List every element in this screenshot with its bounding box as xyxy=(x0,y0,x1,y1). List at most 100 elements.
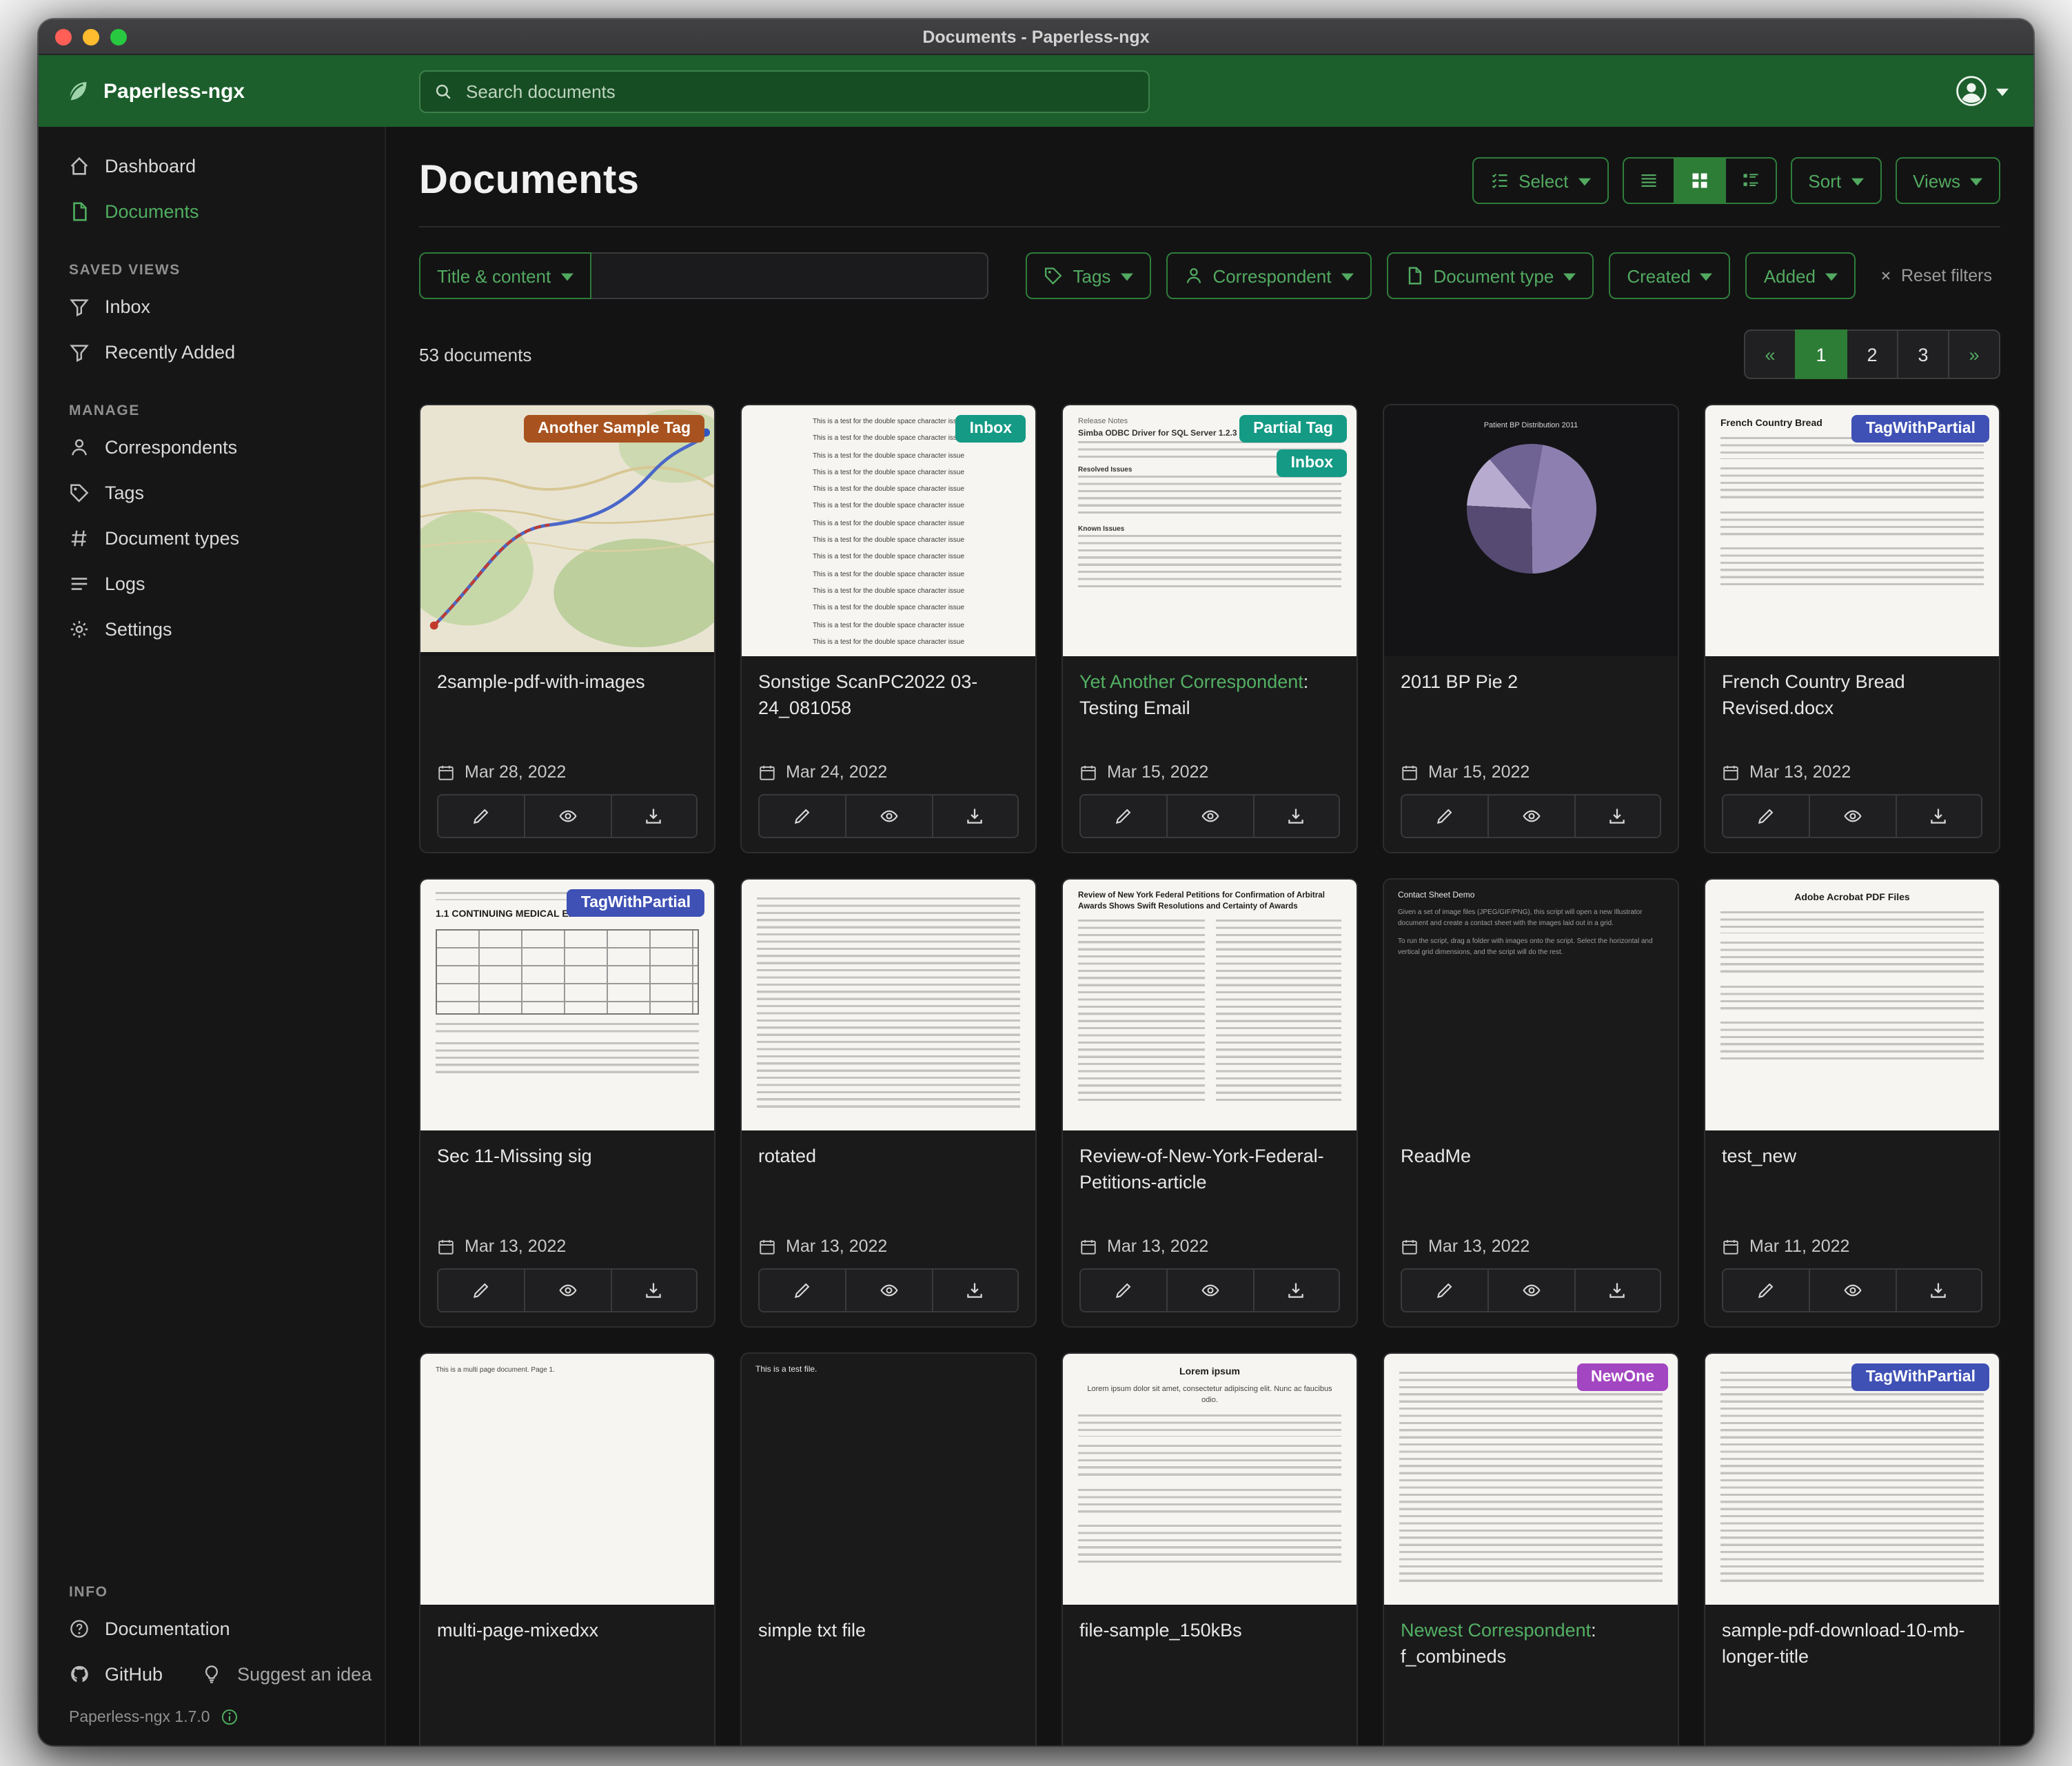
sidebar-item-github[interactable]: GitHub xyxy=(39,1652,171,1697)
document-title-link[interactable]: multi-page-mixedxx xyxy=(437,1620,598,1641)
sidebar-item-correspondents[interactable]: Correspondents xyxy=(39,425,385,470)
edit-document-button[interactable] xyxy=(760,1270,846,1311)
document-thumbnail[interactable]: TagWithPartial xyxy=(1705,1354,1999,1605)
tag-tagwithpartial[interactable]: TagWithPartial xyxy=(1852,415,1989,443)
download-document-button[interactable] xyxy=(1574,795,1660,837)
tag-tagwithpartial[interactable]: TagWithPartial xyxy=(567,889,704,917)
tag-partial-tag[interactable]: Partial Tag xyxy=(1239,415,1347,443)
close-window-button[interactable] xyxy=(55,28,72,45)
download-document-button[interactable] xyxy=(1895,795,1981,837)
title-content-dropdown-button[interactable]: Title & content xyxy=(419,252,591,299)
document-thumbnail[interactable]: This is a multi page document. Page 1. xyxy=(420,1354,714,1605)
document-title-link[interactable]: French Country Bread Revised.docx xyxy=(1722,671,1905,718)
document-title-link[interactable]: ReadMe xyxy=(1401,1146,1471,1166)
sort-dropdown-button[interactable]: Sort xyxy=(1790,157,1881,204)
edit-document-button[interactable] xyxy=(1081,795,1167,837)
sidebar-item-tags[interactable]: Tags xyxy=(39,470,385,516)
preview-document-button[interactable] xyxy=(1167,1270,1253,1311)
document-title-link[interactable]: 2sample-pdf-with-images xyxy=(437,671,645,692)
document-thumbnail[interactable]: This is a test file. xyxy=(742,1354,1035,1605)
sidebar-item-recently-added[interactable]: Recently Added xyxy=(39,329,385,375)
select-dropdown-button[interactable]: Select xyxy=(1472,157,1608,204)
edit-document-button[interactable] xyxy=(438,1270,525,1311)
pagination-prev-button[interactable]: « xyxy=(1744,329,1796,379)
document-title-link[interactable]: Sec 11-Missing sig xyxy=(437,1146,592,1166)
edit-document-button[interactable] xyxy=(438,795,525,837)
preview-document-button[interactable] xyxy=(1809,1270,1896,1311)
pagination-page-1[interactable]: 1 xyxy=(1795,329,1847,379)
document-thumbnail[interactable] xyxy=(742,880,1035,1130)
preview-document-button[interactable] xyxy=(1488,795,1574,837)
download-document-button[interactable] xyxy=(610,795,696,837)
document-title-link[interactable]: Newest Correspondent: f_combineds xyxy=(1401,1620,1596,1667)
pagination-next-button[interactable]: » xyxy=(1948,329,2000,379)
edit-document-button[interactable] xyxy=(1402,1270,1488,1311)
tag-newone[interactable]: NewOne xyxy=(1577,1363,1668,1391)
tags-filter-button[interactable]: Tags xyxy=(1026,252,1151,299)
document-thumbnail[interactable]: Contact Sheet DemoGiven a set of image f… xyxy=(1384,880,1678,1130)
download-document-button[interactable] xyxy=(931,1270,1017,1311)
correspondent-filter-button[interactable]: Correspondent xyxy=(1166,252,1371,299)
views-dropdown-button[interactable]: Views xyxy=(1895,157,2000,204)
sidebar-item-logs[interactable]: Logs xyxy=(39,561,385,607)
sidebar-item-settings[interactable]: Settings xyxy=(39,607,385,652)
preview-document-button[interactable] xyxy=(1488,1270,1574,1311)
edit-document-button[interactable] xyxy=(1402,795,1488,837)
title-content-filter-input[interactable] xyxy=(591,252,988,299)
edit-document-button[interactable] xyxy=(1723,795,1809,837)
tag-another-sample-tag[interactable]: Another Sample Tag xyxy=(524,415,704,443)
sidebar-item-documents[interactable]: Documents xyxy=(39,189,385,234)
sidebar-item-documentation[interactable]: Documentation xyxy=(39,1606,385,1652)
document-thumbnail[interactable]: Release NotesSimba ODBC Driver for SQL S… xyxy=(1063,405,1357,656)
reset-filters-button[interactable]: Reset filters xyxy=(1871,265,2000,287)
document-title-link[interactable]: test_new xyxy=(1722,1146,1796,1166)
document-thumbnail[interactable]: Review of New York Federal Petitions for… xyxy=(1063,880,1357,1130)
document-thumbnail[interactable]: Another Sample Tag xyxy=(420,405,714,656)
sidebar-item-dashboard[interactable]: Dashboard xyxy=(39,143,385,189)
download-document-button[interactable] xyxy=(1574,1270,1660,1311)
document-thumbnail[interactable]: NewOne xyxy=(1384,1354,1678,1605)
document-thumbnail[interactable]: Patient BP Distribution 2011 xyxy=(1384,405,1678,656)
download-document-button[interactable] xyxy=(610,1270,696,1311)
preview-document-button[interactable] xyxy=(525,1270,611,1311)
preview-document-button[interactable] xyxy=(846,795,932,837)
search-input[interactable] xyxy=(463,79,1135,103)
document-thumbnail[interactable]: French Country BreadTagWithPartial xyxy=(1705,405,1999,656)
document-thumbnail[interactable]: Lorem ipsumLorem ipsum dolor sit amet, c… xyxy=(1063,1354,1357,1605)
tag-tagwithpartial[interactable]: TagWithPartial xyxy=(1852,1363,1989,1391)
document-title-link[interactable]: sample-pdf-download-10-mb-longer-title xyxy=(1722,1620,1965,1667)
brand[interactable]: Paperless-ngx xyxy=(39,77,419,105)
view-list-button[interactable] xyxy=(1622,157,1674,204)
document-type-filter-button[interactable]: Document type xyxy=(1386,252,1594,299)
document-title-link[interactable]: 2011 BP Pie 2 xyxy=(1401,671,1518,692)
document-title-link[interactable]: Review-of-New-York-Federal-Petitions-art… xyxy=(1079,1146,1324,1192)
download-document-button[interactable] xyxy=(1252,1270,1339,1311)
view-details-button[interactable] xyxy=(1724,157,1776,204)
document-title-link[interactable]: Sonstige ScanPC2022 03-24_081058 xyxy=(758,671,977,718)
sidebar-item-suggest-an-idea[interactable]: Suggest an idea xyxy=(171,1652,380,1697)
document-thumbnail[interactable]: Adobe Acrobat PDF Files xyxy=(1705,880,1999,1130)
tag-inbox[interactable]: Inbox xyxy=(956,415,1026,443)
sidebar-item-inbox[interactable]: Inbox xyxy=(39,284,385,329)
preview-document-button[interactable] xyxy=(1167,795,1253,837)
edit-document-button[interactable] xyxy=(760,795,846,837)
zoom-window-button[interactable] xyxy=(110,28,127,45)
preview-document-button[interactable] xyxy=(1809,795,1896,837)
tag-inbox[interactable]: Inbox xyxy=(1277,449,1347,477)
sidebar-item-document-types[interactable]: Document types xyxy=(39,516,385,561)
view-grid-button[interactable] xyxy=(1673,157,1725,204)
edit-document-button[interactable] xyxy=(1081,1270,1167,1311)
document-title-link[interactable]: file-sample_150kBs xyxy=(1079,1620,1242,1641)
pagination-page-2[interactable]: 2 xyxy=(1846,329,1898,379)
download-document-button[interactable] xyxy=(931,795,1017,837)
user-menu[interactable] xyxy=(1955,74,2033,108)
preview-document-button[interactable] xyxy=(525,795,611,837)
document-thumbnail[interactable]: 1.1 CONTINUING MEDICAL EDUCATagWithParti… xyxy=(420,880,714,1130)
document-title-link[interactable]: rotated xyxy=(758,1146,816,1166)
download-document-button[interactable] xyxy=(1252,795,1339,837)
download-document-button[interactable] xyxy=(1895,1270,1981,1311)
pagination-page-3[interactable]: 3 xyxy=(1897,329,1949,379)
document-title-link[interactable]: Yet Another Correspondent: Testing Email xyxy=(1079,671,1308,718)
preview-document-button[interactable] xyxy=(846,1270,932,1311)
minimize-window-button[interactable] xyxy=(83,28,99,45)
